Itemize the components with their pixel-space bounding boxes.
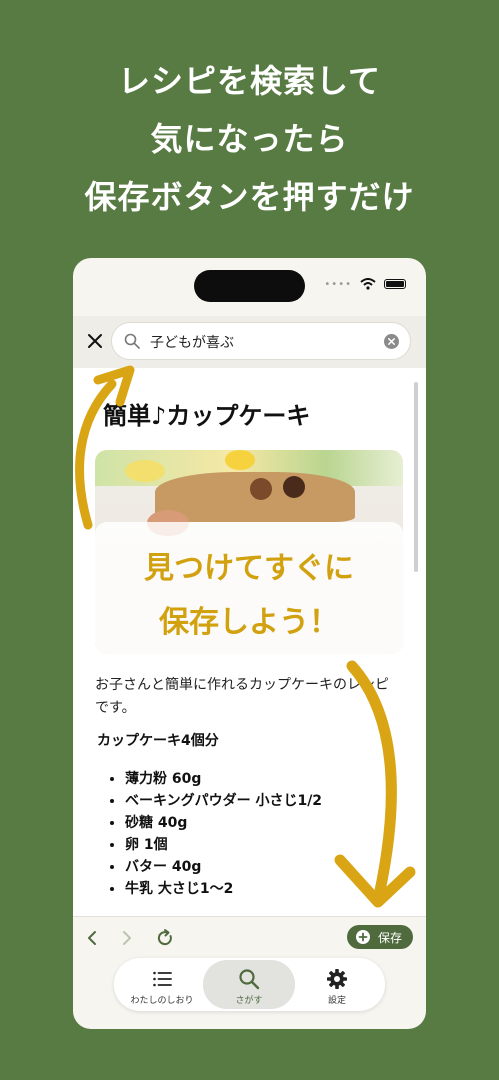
- tab-settings[interactable]: 設定: [291, 960, 383, 1009]
- battery-icon: [384, 279, 406, 289]
- browser-top-bar: 子どもが喜ぶ: [73, 316, 426, 368]
- reload-icon[interactable]: [155, 928, 175, 948]
- promo-headline: レシピを検索して 気になったら 保存ボタンを押すだけ: [0, 52, 499, 226]
- tab-label: さがす: [235, 996, 263, 1006]
- photo-tulip: [225, 450, 255, 470]
- headline-line: レシピを検索して: [117, 62, 382, 100]
- photo-truffle: [283, 476, 305, 498]
- forward-icon[interactable]: [120, 930, 134, 946]
- photo-tulip: [125, 460, 165, 482]
- tab-bar: わたしのしおり さがす 設定: [114, 958, 385, 1011]
- wifi-icon: [360, 278, 376, 290]
- list-icon: [153, 971, 172, 987]
- phone-screen: •••• 子どもが喜ぶ 簡単♪カップケーキ 見つけてすぐに 保存しよう！ お子さ…: [73, 258, 426, 1029]
- ingredient-item: 卵 1個: [125, 834, 322, 856]
- tab-search[interactable]: さがす: [203, 960, 295, 1009]
- status-bar: ••••: [324, 278, 406, 290]
- tab-label: わたしのしおり: [130, 996, 194, 1006]
- gear-icon: [327, 969, 347, 989]
- headline-line: 保存ボタンを押すだけ: [84, 178, 415, 216]
- search-icon: [124, 333, 140, 349]
- scrollbar[interactable]: [414, 382, 418, 572]
- recipe-yield: カップケーキ4個分: [97, 733, 219, 749]
- ingredient-item: 砂糖 40g: [125, 812, 322, 834]
- signal-icon: ••••: [324, 278, 352, 290]
- close-icon[interactable]: [84, 330, 106, 352]
- plus-circle-icon: [356, 930, 370, 944]
- dynamic-island: [194, 270, 305, 302]
- tab-bookmarks[interactable]: わたしのしおり: [116, 960, 208, 1009]
- ingredient-item: 薄力粉 60g: [125, 768, 322, 790]
- ingredient-item: ベーキングパウダー 小さじ1/2: [125, 790, 322, 812]
- headline-line: 気になったら: [150, 120, 349, 158]
- recipe-description: お子さんと簡単に作れるカップケーキのレシピです。: [95, 677, 389, 716]
- promo-overlay: 見つけてすぐに 保存しよう！: [95, 522, 403, 654]
- browser-toolbar: 保存: [73, 916, 426, 959]
- search-icon: [239, 969, 260, 990]
- save-button[interactable]: 保存: [347, 925, 413, 949]
- ingredient-item: 牛乳 大さじ1〜2: [125, 878, 322, 900]
- tab-label: 設定: [327, 996, 346, 1006]
- recipe-title: 簡単♪カップケーキ: [103, 402, 311, 430]
- ingredient-list: 薄力粉 60g ベーキングパウダー 小さじ1/2 砂糖 40g 卵 1個 バター…: [101, 768, 322, 900]
- recipe-photo: 見つけてすぐに 保存しよう！: [95, 450, 403, 654]
- overlay-line: 見つけてすぐに: [144, 551, 354, 586]
- search-field[interactable]: 子どもが喜ぶ: [111, 322, 411, 360]
- back-icon[interactable]: [85, 930, 99, 946]
- clear-search-icon[interactable]: [384, 334, 399, 349]
- photo-truffle: [250, 478, 272, 500]
- ingredient-item: バター 40g: [125, 856, 322, 878]
- search-input[interactable]: 子どもが喜ぶ: [150, 332, 234, 352]
- webview-content[interactable]: 簡単♪カップケーキ 見つけてすぐに 保存しよう！ お子さんと簡単に作れるカップケ…: [73, 368, 426, 916]
- overlay-line: 保存しよう！: [159, 605, 339, 640]
- save-label: 保存: [378, 931, 403, 945]
